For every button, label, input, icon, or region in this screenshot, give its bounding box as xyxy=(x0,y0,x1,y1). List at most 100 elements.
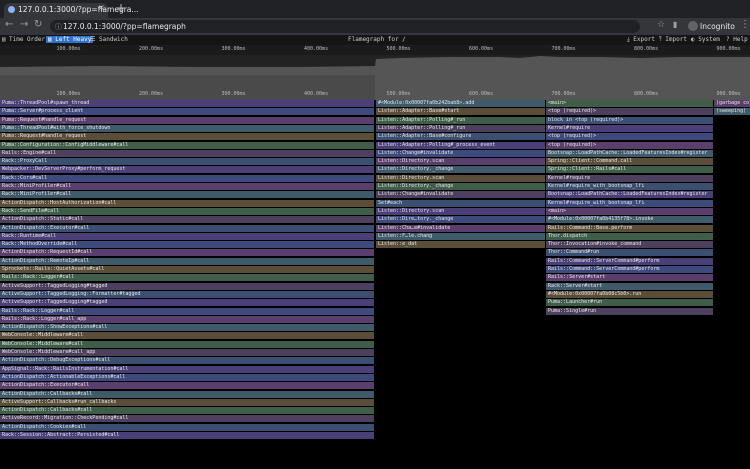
flame-frame[interactable]: ActionDispatch::ActionableExceptions#cal… xyxy=(0,373,374,381)
flame-frame[interactable]: Listen::e_dat xyxy=(376,241,545,249)
flame-frame[interactable]: Rack::MiniProfiler#call xyxy=(0,191,374,199)
flame-frame[interactable]: Kernel#require xyxy=(546,174,713,182)
flame-frame[interactable]: <main> xyxy=(546,100,713,107)
flame-frame[interactable]: <top (required)> xyxy=(546,133,713,141)
flame-frame[interactable]: Rack::Session::Abstract::Persisted#call xyxy=(0,432,374,439)
flame-frame[interactable]: Rack::Cors#call xyxy=(0,174,374,182)
flame-frame[interactable]: Webpacker::DevServerProxy#perform_reques… xyxy=(0,166,374,174)
flame-frame[interactable]: Thor::Invocation#invoke_command xyxy=(546,241,713,249)
flame-frame[interactable]: <top (required)> xyxy=(546,108,713,116)
side-panel-icon[interactable]: ▮ xyxy=(673,20,677,29)
flame-frame[interactable]: Listen::Adapter::Base#start xyxy=(376,108,545,116)
tab-sandwich[interactable]: ☰ Sandwich xyxy=(90,36,128,43)
flame-frame[interactable]: #<Module:0x00007fa0b4135f78>.invoke xyxy=(546,216,713,224)
tab-left-heavy[interactable]: ▥ Left Heavy xyxy=(46,36,94,43)
flame-frame[interactable]: ActionDispatch::Executor#call xyxy=(0,382,374,390)
flame-frame[interactable]: Listen::Change#invalidate xyxy=(376,191,545,199)
menu-icon[interactable]: ⋮ xyxy=(740,19,750,30)
flame-frame[interactable]: Rack::SendFile#call xyxy=(0,207,374,215)
flame-frame[interactable]: #<Module:0x00007fa0b242bab8>.add xyxy=(376,100,545,107)
flame-frame[interactable]: ActiveSupport::TaggedLogging::Formatter#… xyxy=(0,290,374,298)
flame-frame[interactable]: Rails::Command::ServerCommand#perform xyxy=(546,257,713,265)
flame-frame[interactable]: ActionDispatch::RemoteIp#call xyxy=(0,257,374,265)
flame-frame[interactable]: Puma::Request#handle_request xyxy=(0,133,374,141)
flame-frame[interactable]: WebConsole::Middleware#call xyxy=(0,340,374,348)
flame-frame[interactable]: Rails::Rack::Logger#call xyxy=(0,274,374,282)
flame-frame[interactable]: Rails::Command::ServerCommand#perform xyxy=(546,266,713,273)
flame-frame[interactable]: <top (required)> xyxy=(546,141,713,149)
reload-icon[interactable]: ↻ xyxy=(34,19,42,30)
flame-frame[interactable]: Rails::Command::Base.perform xyxy=(546,224,713,232)
export-button[interactable]: ⤓ Export xyxy=(627,36,655,44)
flame-frame[interactable]: Rack::Server#start xyxy=(546,282,713,290)
flame-frame[interactable]: (garbage collection) xyxy=(714,100,750,107)
flame-frame[interactable]: Sprockets::Rails::QuietAssets#call xyxy=(0,266,374,273)
flame-frame[interactable]: Puma::ThreadPool#with_force_shutdown xyxy=(0,124,374,132)
flame-frame[interactable]: Rails::Rack::Logger#call xyxy=(0,307,374,315)
flame-frame[interactable]: ActiveRecord::Migration::CheckPending#ca… xyxy=(0,415,374,423)
bookmark-star-icon[interactable]: ☆ xyxy=(657,20,665,30)
flame-frame[interactable]: Rails::Server#start xyxy=(546,274,713,282)
flame-frame[interactable]: Thor.dispatch xyxy=(546,232,713,240)
flame-frame[interactable]: Listen::Directory.scan xyxy=(376,207,545,215)
flame-frame[interactable]: Rails::Engine#call xyxy=(0,149,374,157)
flame-frame[interactable]: Listen::Adapter::Base#configure xyxy=(376,133,545,141)
new-tab-icon[interactable]: + xyxy=(116,1,126,15)
flame-frame[interactable]: Listen::Change#invalidate xyxy=(376,149,545,157)
close-tab-icon[interactable]: × xyxy=(98,3,105,12)
flame-frame[interactable]: Bootsnap::LoadPathCache::LoadedFeaturesI… xyxy=(546,191,713,199)
flamegraph[interactable]: Puma::ThreadPool#spawn_thread Puma::Serve… xyxy=(0,100,750,469)
flame-frame[interactable]: ActionDispatch::Static#call xyxy=(0,216,374,224)
flame-frame[interactable]: ActionDispatch::Executor#call xyxy=(0,224,374,232)
flame-frame[interactable]: Bootsnap::LoadPathCache::LoadedFeaturesI… xyxy=(546,149,713,157)
flame-frame[interactable]: Kernel#require_with_bootsnap_lfi xyxy=(546,199,713,207)
flame-frame[interactable]: ActionDispatch::DebugExceptions#call xyxy=(0,357,374,365)
system-theme-button[interactable]: ◐ System xyxy=(691,36,720,43)
flame-frame[interactable]: Listen::Directory.scan xyxy=(376,158,545,166)
flame-frame[interactable]: <main> xyxy=(546,207,713,215)
flame-frame[interactable]: ActiveSupport::TaggedLogging#tagged xyxy=(0,282,374,290)
flame-frame[interactable]: ActiveSupport::TaggedLogging#tagged xyxy=(0,299,374,307)
flame-frame[interactable]: Rails::Rack::Logger#call_app xyxy=(0,315,374,323)
flame-frame[interactable]: Rack::Runtime#call xyxy=(0,232,374,240)
flame-frame[interactable]: Puma::Server#process_client xyxy=(0,108,374,116)
flame-frame[interactable]: Listen::Dire…tory._change xyxy=(376,216,545,224)
flame-frame[interactable]: ActionDispatch::ShowExceptions#call xyxy=(0,324,374,332)
flame-frame[interactable]: Puma::Request#handle_request xyxy=(0,116,374,124)
back-icon[interactable]: ← xyxy=(5,19,13,30)
flame-frame[interactable]: WebConsole::Middleware#call xyxy=(0,332,374,340)
flame-frame[interactable]: ActionDispatch::RequestId#call xyxy=(0,249,374,257)
flame-frame[interactable]: Puma::Launcher#run xyxy=(546,299,713,307)
flame-frame[interactable]: Listen::Cha…e#invalidate xyxy=(376,224,545,232)
flame-frame[interactable]: ActionDispatch::Cookies#call xyxy=(0,423,374,431)
flame-frame[interactable]: Spring::Client::Command.call xyxy=(546,158,713,166)
help-button[interactable]: ? Help xyxy=(726,36,748,43)
flame-frame[interactable]: Thor::Command#run xyxy=(546,249,713,257)
info-icon[interactable]: ⓘ xyxy=(55,22,62,32)
tab-time-order[interactable]: Time Order xyxy=(9,36,45,43)
flame-frame[interactable]: Rack::MiniProfiler#call xyxy=(0,183,374,190)
import-button[interactable]: ⤒ Import xyxy=(659,36,687,44)
flame-frame[interactable]: Spring::Client::Rails#call xyxy=(546,166,713,174)
flame-frame[interactable]: Puma::ThreadPool#spawn_thread xyxy=(0,100,374,107)
flame-frame[interactable]: Puma::Configuration::ConfigMiddleware#ca… xyxy=(0,141,374,149)
flame-frame[interactable]: #<Module:0x00007fa0b08c5b0>.run xyxy=(546,290,713,298)
flame-frame[interactable]: ActiveSupport::Callbacks#run_callbacks xyxy=(0,398,374,406)
flame-frame[interactable]: block in <top (required)> xyxy=(546,116,713,124)
flame-frame[interactable]: Rack::ProxyCall xyxy=(0,158,374,166)
flame-frame[interactable]: (sweeping) xyxy=(714,108,750,116)
flame-frame[interactable]: ActionDispatch::Callbacks#call xyxy=(0,390,374,398)
flame-frame[interactable]: Set#each xyxy=(376,199,545,207)
flame-frame[interactable]: Rack::MethodOverride#call xyxy=(0,241,374,249)
flame-frame[interactable]: Kernel#require_with_bootsnap_lfi xyxy=(546,183,713,190)
flame-frame[interactable]: Listen::F…le.chang xyxy=(376,232,545,240)
flame-frame[interactable]: ActionDispatch::Callbacks#call xyxy=(0,407,374,415)
flame-frame[interactable]: Kernel#require xyxy=(546,124,713,132)
forward-icon[interactable]: → xyxy=(20,19,28,30)
flame-frame[interactable]: Listen::Directory.scan xyxy=(376,174,545,182)
flame-frame[interactable]: Listen::Adapter::Polling#_run xyxy=(376,116,545,124)
flame-frame[interactable]: ActionDispatch::HostAuthorization#call xyxy=(0,199,374,207)
incognito-label[interactable]: Incognito xyxy=(700,22,735,31)
flame-frame[interactable]: WebConsole::Middleware#call_app xyxy=(0,349,374,356)
flame-frame[interactable]: Listen::Adapter::Polling#_run xyxy=(376,124,545,132)
